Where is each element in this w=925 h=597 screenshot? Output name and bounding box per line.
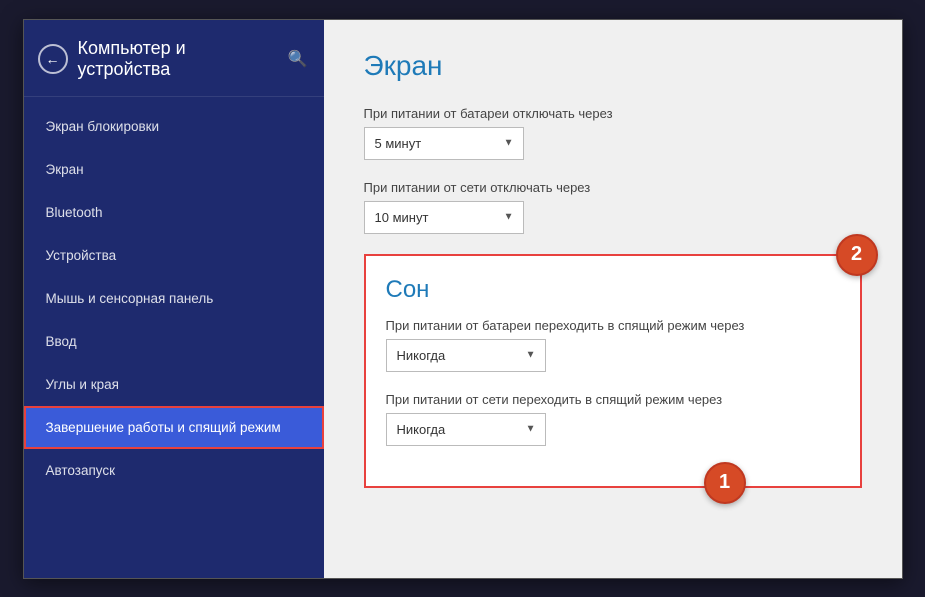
sidebar-title: Компьютер и устройства — [78, 38, 278, 80]
sidebar-item-devices[interactable]: Устройства — [24, 234, 324, 277]
battery-off-dropdown-wrapper: 1 минута2 минуты3 минуты5 минут10 минут1… — [364, 127, 524, 160]
battery-sleep-dropdown-wrapper: 1 минута2 минуты5 минут10 минут15 минут2… — [386, 339, 546, 372]
sleep-section: 2 Сон При питании от батареи переходить … — [364, 254, 862, 488]
sleep-section-wrapper: 2 Сон При питании от батареи переходить … — [364, 254, 862, 488]
sidebar: ← Компьютер и устройства 🔍 Экран блокиро… — [24, 20, 324, 578]
main-content: Экран При питании от батареи отключать ч… — [324, 20, 902, 578]
network-off-label: При питании от сети отключать через — [364, 180, 862, 195]
sidebar-item-mouse[interactable]: Мышь и сенсорная панель — [24, 277, 324, 320]
page-title: Экран — [364, 50, 862, 82]
battery-sleep-label: При питании от батареи переходить в спящ… — [386, 318, 836, 333]
badge-1: 1 — [704, 462, 746, 504]
network-sleep-section: При питании от сети переходить в спящий … — [386, 392, 836, 446]
back-button[interactable]: ← — [38, 44, 68, 74]
battery-sleep-dropdown[interactable]: 1 минута2 минуты5 минут10 минут15 минут2… — [386, 339, 546, 372]
network-off-dropdown-wrapper: 1 минута2 минуты3 минуты5 минут10 минут1… — [364, 201, 524, 234]
battery-off-label: При питании от батареи отключать через — [364, 106, 862, 121]
badge-2: 2 — [836, 234, 878, 276]
network-off-dropdown[interactable]: 1 минута2 минуты3 минуты5 минут10 минут1… — [364, 201, 524, 234]
sidebar-item-shutdown[interactable]: Завершение работы и спящий режим — [24, 406, 324, 449]
network-sleep-dropdown-wrapper: 1 минута2 минуты5 минут10 минут15 минут2… — [386, 413, 546, 446]
sidebar-item-input[interactable]: Ввод — [24, 320, 324, 363]
sidebar-item-bluetooth[interactable]: Bluetooth — [24, 191, 324, 234]
sleep-title: Сон — [386, 276, 836, 304]
sidebar-item-lock-screen[interactable]: Экран блокировки — [24, 105, 324, 148]
sidebar-navigation: Экран блокировкиЭкранBluetoothУстройства… — [24, 97, 324, 578]
sidebar-item-corners[interactable]: Углы и края — [24, 363, 324, 406]
sidebar-header: ← Компьютер и устройства 🔍 — [24, 20, 324, 97]
network-off-section: При питании от сети отключать через 1 ми… — [364, 180, 862, 234]
sidebar-item-autorun[interactable]: Автозапуск — [24, 449, 324, 492]
search-icon[interactable]: 🔍 — [288, 49, 308, 69]
battery-sleep-section: При питании от батареи переходить в спящ… — [386, 318, 836, 372]
sidebar-item-screen[interactable]: Экран — [24, 148, 324, 191]
network-sleep-label: При питании от сети переходить в спящий … — [386, 392, 836, 407]
battery-off-section: При питании от батареи отключать через 1… — [364, 106, 862, 160]
network-sleep-dropdown[interactable]: 1 минута2 минуты5 минут10 минут15 минут2… — [386, 413, 546, 446]
battery-off-dropdown[interactable]: 1 минута2 минуты3 минуты5 минут10 минут1… — [364, 127, 524, 160]
